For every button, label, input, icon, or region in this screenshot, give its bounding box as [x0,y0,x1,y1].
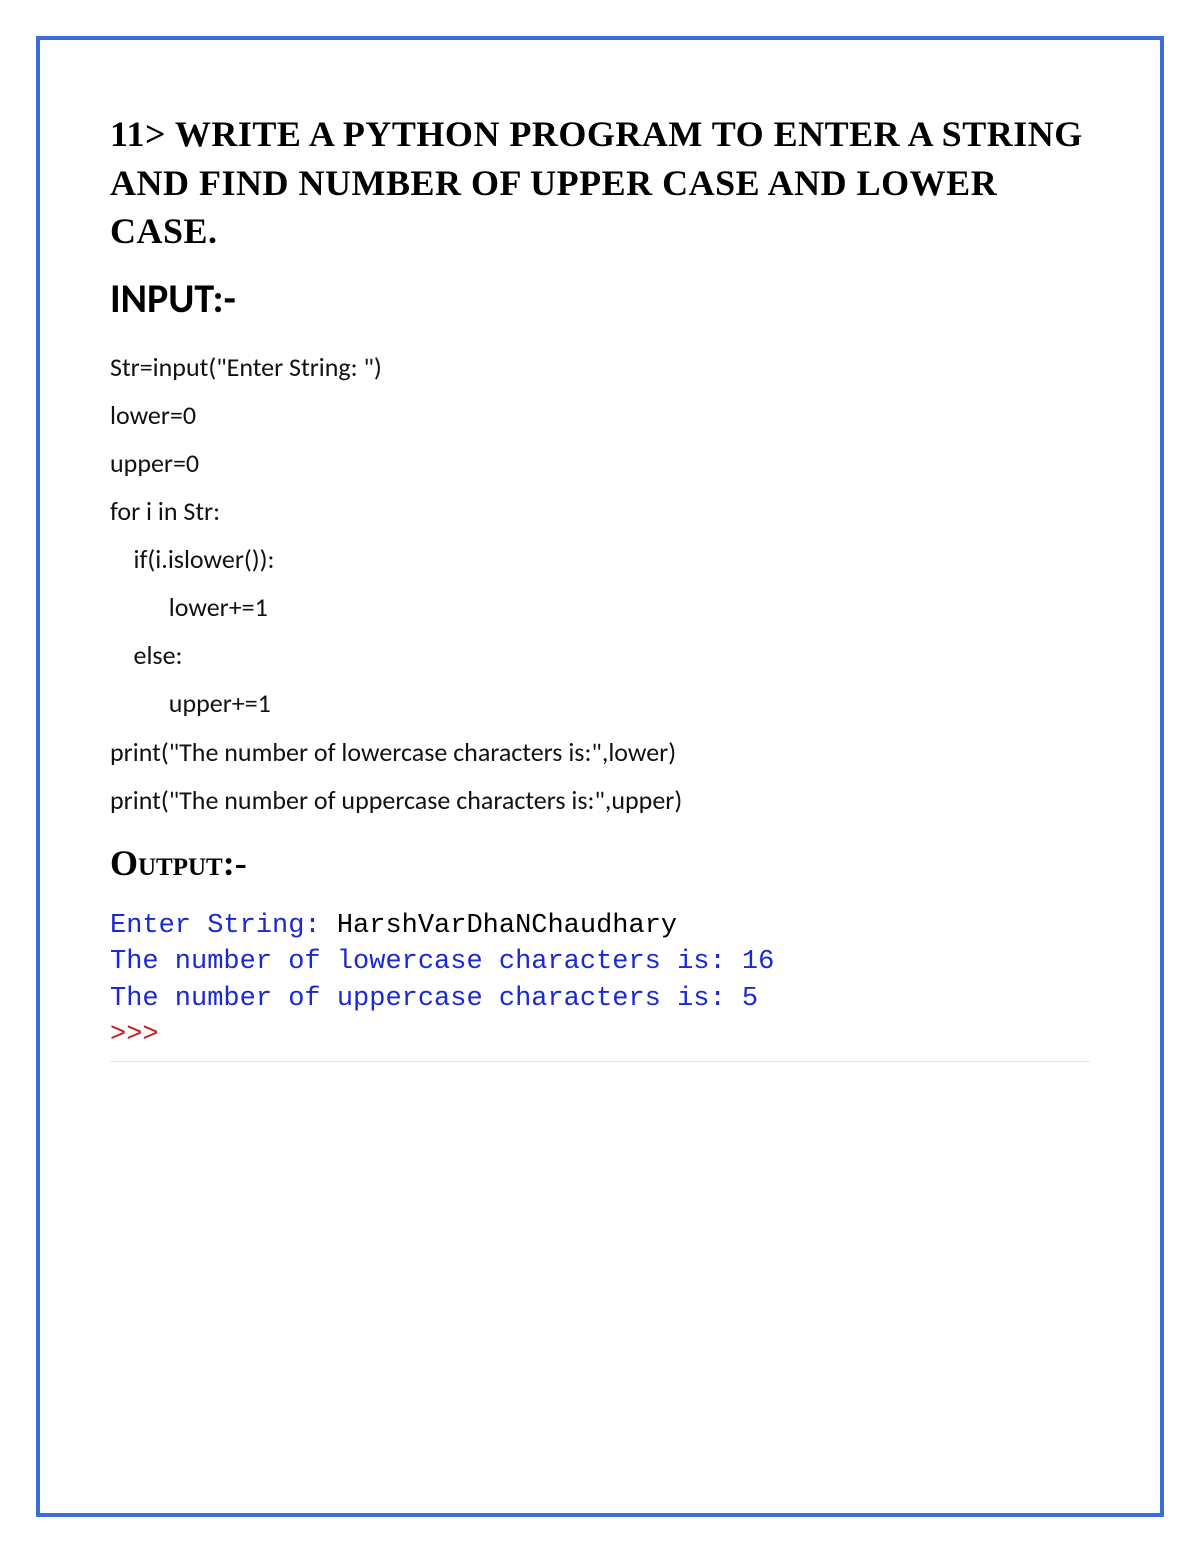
document-frame: 11> Write A Python program to enter a st… [36,36,1164,1517]
source-code-block: Str=input("Enter String: ") lower=0 uppe… [110,343,1090,824]
console-user-input: HarshVarDhaNChaudhary [337,911,677,941]
console-line: The number of uppercase characters is: 5 [110,981,1090,1017]
code-line: upper=0 [110,447,199,479]
console-line: The number of lowercase characters is: 1… [110,944,1090,980]
code-line: Str=input("Enter String: ") [110,351,382,383]
console-text: The number of uppercase characters is: [110,984,742,1014]
code-line: else: [110,639,182,671]
code-line: lower=0 [110,399,196,431]
console-line: Enter String: HarshVarDhaNChaudhary [110,908,1090,944]
console-output-block: Enter String: HarshVarDhaNChaudhary The … [110,904,1090,1063]
console-text: The number of lowercase characters is: [110,947,742,977]
repl-prompt: >>> [110,1020,159,1050]
problem-title: 11> Write A Python program to enter a st… [110,110,1090,256]
code-line: if(i.islower()): [110,543,275,575]
code-line: print("The number of uppercase character… [110,784,682,816]
code-line: lower+=1 [110,591,268,623]
console-prompt-label: Enter String: [110,911,337,941]
console-line: >>> [110,1017,1090,1053]
input-heading: INPUT:- [110,274,1090,323]
code-line: upper+=1 [110,687,271,719]
page: 11> Write A Python program to enter a st… [0,0,1200,1553]
console-value: 16 [742,947,774,977]
output-heading: Output:- [110,842,1090,884]
code-line: for i in Str: [110,495,220,527]
console-value: 5 [742,984,758,1014]
code-line: print("The number of lowercase character… [110,736,676,768]
